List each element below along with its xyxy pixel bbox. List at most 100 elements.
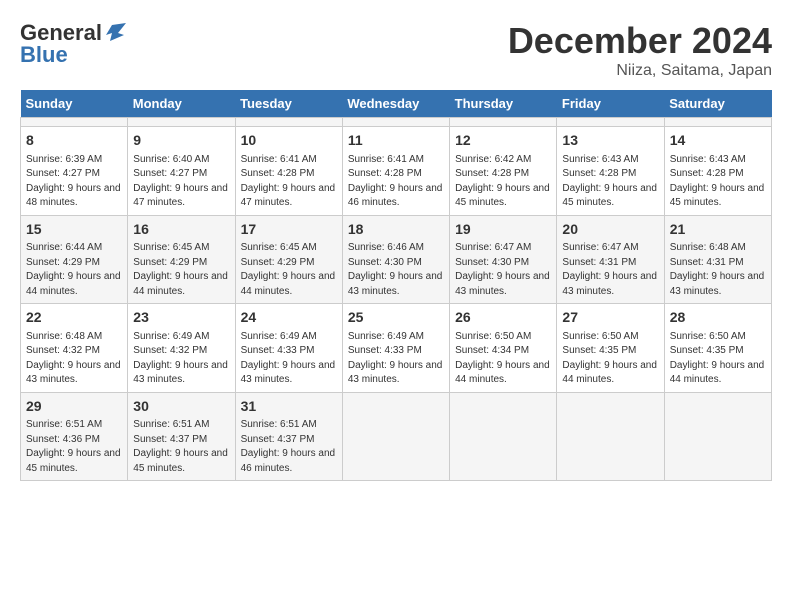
calendar-cell <box>342 392 449 481</box>
calendar-cell: 29Sunrise: 6:51 AMSunset: 4:36 PMDayligh… <box>21 392 128 481</box>
title-area: December 2024 Niiza, Saitama, Japan <box>508 20 772 80</box>
calendar-cell <box>557 392 664 481</box>
day-number: 14 <box>670 131 766 151</box>
day-info: Sunrise: 6:51 AMSunset: 4:37 PMDaylight:… <box>241 418 337 476</box>
day-info: Sunrise: 6:49 AMSunset: 4:33 PMDaylight:… <box>348 330 444 388</box>
calendar-cell: 24Sunrise: 6:49 AMSunset: 4:33 PMDayligh… <box>235 304 342 393</box>
calendar-cell <box>21 118 128 127</box>
day-number: 19 <box>455 220 551 240</box>
day-info: Sunrise: 6:51 AMSunset: 4:37 PMDaylight:… <box>133 418 229 476</box>
day-number: 24 <box>241 308 337 328</box>
calendar-cell <box>235 118 342 127</box>
day-number: 12 <box>455 131 551 151</box>
calendar-cell <box>557 118 664 127</box>
day-info: Sunrise: 6:46 AMSunset: 4:30 PMDaylight:… <box>348 241 444 299</box>
logo-bird-icon <box>104 21 126 43</box>
header-monday: Monday <box>128 90 235 118</box>
calendar-cell: 19Sunrise: 6:47 AMSunset: 4:30 PMDayligh… <box>450 215 557 304</box>
day-number: 20 <box>562 220 658 240</box>
day-number: 31 <box>241 397 337 417</box>
calendar-header-row: SundayMondayTuesdayWednesdayThursdayFrid… <box>21 90 772 118</box>
calendar-table: SundayMondayTuesdayWednesdayThursdayFrid… <box>20 90 772 481</box>
calendar-cell: 22Sunrise: 6:48 AMSunset: 4:32 PMDayligh… <box>21 304 128 393</box>
day-info: Sunrise: 6:45 AMSunset: 4:29 PMDaylight:… <box>133 241 229 299</box>
header-tuesday: Tuesday <box>235 90 342 118</box>
day-info: Sunrise: 6:51 AMSunset: 4:36 PMDaylight:… <box>26 418 122 476</box>
day-number: 21 <box>670 220 766 240</box>
day-info: Sunrise: 6:50 AMSunset: 4:35 PMDaylight:… <box>562 330 658 388</box>
day-info: Sunrise: 6:41 AMSunset: 4:28 PMDaylight:… <box>241 153 337 211</box>
logo-blue: Blue <box>20 42 68 68</box>
calendar-cell: 27Sunrise: 6:50 AMSunset: 4:35 PMDayligh… <box>557 304 664 393</box>
month-title: December 2024 <box>508 20 772 62</box>
day-number: 22 <box>26 308 122 328</box>
calendar-cell <box>664 118 771 127</box>
calendar-cell: 23Sunrise: 6:49 AMSunset: 4:32 PMDayligh… <box>128 304 235 393</box>
calendar-cell: 31Sunrise: 6:51 AMSunset: 4:37 PMDayligh… <box>235 392 342 481</box>
day-info: Sunrise: 6:49 AMSunset: 4:33 PMDaylight:… <box>241 330 337 388</box>
calendar-cell: 20Sunrise: 6:47 AMSunset: 4:31 PMDayligh… <box>557 215 664 304</box>
calendar-cell: 12Sunrise: 6:42 AMSunset: 4:28 PMDayligh… <box>450 127 557 216</box>
day-number: 13 <box>562 131 658 151</box>
calendar-cell: 25Sunrise: 6:49 AMSunset: 4:33 PMDayligh… <box>342 304 449 393</box>
calendar-week-3: 15Sunrise: 6:44 AMSunset: 4:29 PMDayligh… <box>21 215 772 304</box>
calendar-week-4: 22Sunrise: 6:48 AMSunset: 4:32 PMDayligh… <box>21 304 772 393</box>
day-info: Sunrise: 6:39 AMSunset: 4:27 PMDaylight:… <box>26 153 122 211</box>
header-sunday: Sunday <box>21 90 128 118</box>
header-friday: Friday <box>557 90 664 118</box>
location: Niiza, Saitama, Japan <box>508 62 772 80</box>
calendar-cell <box>128 118 235 127</box>
calendar-cell: 28Sunrise: 6:50 AMSunset: 4:35 PMDayligh… <box>664 304 771 393</box>
day-info: Sunrise: 6:47 AMSunset: 4:31 PMDaylight:… <box>562 241 658 299</box>
header-saturday: Saturday <box>664 90 771 118</box>
calendar-cell: 30Sunrise: 6:51 AMSunset: 4:37 PMDayligh… <box>128 392 235 481</box>
day-info: Sunrise: 6:47 AMSunset: 4:30 PMDaylight:… <box>455 241 551 299</box>
day-info: Sunrise: 6:45 AMSunset: 4:29 PMDaylight:… <box>241 241 337 299</box>
day-number: 10 <box>241 131 337 151</box>
day-number: 26 <box>455 308 551 328</box>
calendar-cell: 26Sunrise: 6:50 AMSunset: 4:34 PMDayligh… <box>450 304 557 393</box>
day-number: 28 <box>670 308 766 328</box>
day-number: 23 <box>133 308 229 328</box>
day-number: 30 <box>133 397 229 417</box>
day-info: Sunrise: 6:50 AMSunset: 4:35 PMDaylight:… <box>670 330 766 388</box>
calendar-cell: 13Sunrise: 6:43 AMSunset: 4:28 PMDayligh… <box>557 127 664 216</box>
day-number: 27 <box>562 308 658 328</box>
calendar-cell <box>450 118 557 127</box>
day-number: 29 <box>26 397 122 417</box>
day-number: 15 <box>26 220 122 240</box>
day-info: Sunrise: 6:43 AMSunset: 4:28 PMDaylight:… <box>670 153 766 211</box>
day-number: 16 <box>133 220 229 240</box>
calendar-cell: 15Sunrise: 6:44 AMSunset: 4:29 PMDayligh… <box>21 215 128 304</box>
calendar-cell: 10Sunrise: 6:41 AMSunset: 4:28 PMDayligh… <box>235 127 342 216</box>
calendar-cell: 18Sunrise: 6:46 AMSunset: 4:30 PMDayligh… <box>342 215 449 304</box>
day-number: 8 <box>26 131 122 151</box>
day-info: Sunrise: 6:48 AMSunset: 4:31 PMDaylight:… <box>670 241 766 299</box>
header-thursday: Thursday <box>450 90 557 118</box>
calendar-cell: 17Sunrise: 6:45 AMSunset: 4:29 PMDayligh… <box>235 215 342 304</box>
day-info: Sunrise: 6:50 AMSunset: 4:34 PMDaylight:… <box>455 330 551 388</box>
day-info: Sunrise: 6:42 AMSunset: 4:28 PMDaylight:… <box>455 153 551 211</box>
day-number: 17 <box>241 220 337 240</box>
calendar-cell: 16Sunrise: 6:45 AMSunset: 4:29 PMDayligh… <box>128 215 235 304</box>
day-info: Sunrise: 6:48 AMSunset: 4:32 PMDaylight:… <box>26 330 122 388</box>
header-wednesday: Wednesday <box>342 90 449 118</box>
day-info: Sunrise: 6:40 AMSunset: 4:27 PMDaylight:… <box>133 153 229 211</box>
day-info: Sunrise: 6:44 AMSunset: 4:29 PMDaylight:… <box>26 241 122 299</box>
calendar-week-2: 8Sunrise: 6:39 AMSunset: 4:27 PMDaylight… <box>21 127 772 216</box>
calendar-cell: 11Sunrise: 6:41 AMSunset: 4:28 PMDayligh… <box>342 127 449 216</box>
day-info: Sunrise: 6:49 AMSunset: 4:32 PMDaylight:… <box>133 330 229 388</box>
day-info: Sunrise: 6:41 AMSunset: 4:28 PMDaylight:… <box>348 153 444 211</box>
calendar-week-5: 29Sunrise: 6:51 AMSunset: 4:36 PMDayligh… <box>21 392 772 481</box>
calendar-cell <box>342 118 449 127</box>
logo: General Blue <box>20 20 126 68</box>
day-number: 18 <box>348 220 444 240</box>
day-number: 25 <box>348 308 444 328</box>
day-number: 9 <box>133 131 229 151</box>
day-number: 11 <box>348 131 444 151</box>
calendar-week-1 <box>21 118 772 127</box>
calendar-cell: 21Sunrise: 6:48 AMSunset: 4:31 PMDayligh… <box>664 215 771 304</box>
calendar-cell: 8Sunrise: 6:39 AMSunset: 4:27 PMDaylight… <box>21 127 128 216</box>
calendar-cell: 14Sunrise: 6:43 AMSunset: 4:28 PMDayligh… <box>664 127 771 216</box>
calendar-cell: 9Sunrise: 6:40 AMSunset: 4:27 PMDaylight… <box>128 127 235 216</box>
